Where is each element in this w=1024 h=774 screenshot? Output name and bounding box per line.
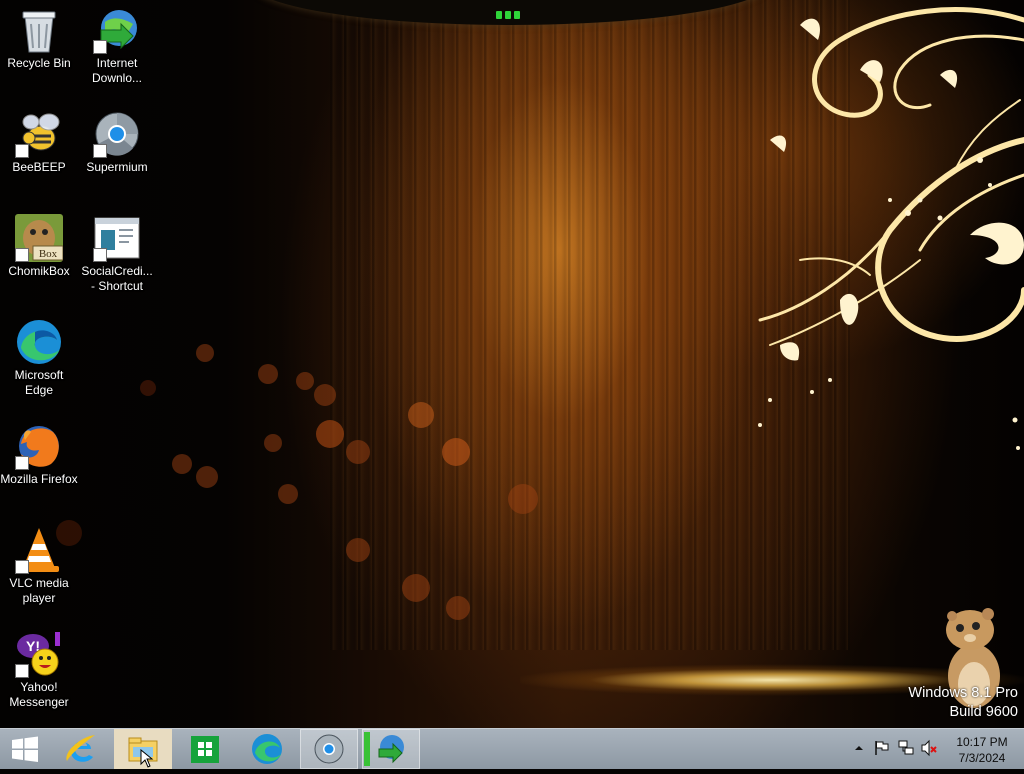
taskbar-internet-explorer[interactable] [52,729,110,769]
bokeh-light [346,538,370,562]
taskbar-microsoft-edge[interactable] [238,729,296,769]
bokeh-light [196,466,218,488]
windows-watermark: Windows 8.1 Pro Build 9600 [908,684,1018,722]
supermium-icon [93,110,141,158]
bokeh-light [278,484,298,504]
taskbar-supermium[interactable] [300,729,358,769]
shortcut-arrow-icon [93,144,107,158]
watermark-edition: Windows 8.1 Pro [908,685,1018,701]
store-icon [191,736,219,763]
taskbar: 10:17 PM 7/3/2024 [0,728,1024,769]
bokeh-light [140,380,156,396]
bokeh-light [316,420,344,448]
shortcut-arrow-icon [93,40,107,54]
desktop-icon-chomikbox[interactable]: Box ChomikBox [0,210,78,279]
edge-icon [252,734,282,764]
yahoo-messenger-icon: Y! [15,630,63,678]
socialcredit-shortcut-icon [93,214,141,262]
desktop-icon-label: Recycle Bin [7,56,71,70]
bokeh-light [264,434,282,452]
desktop-icon-label: Yahoo! Messenger [9,680,69,709]
volume-button[interactable] [920,739,938,757]
network-icon [898,740,914,755]
bokeh-light [446,596,470,620]
desktop-icon-recycle-bin[interactable]: Recycle Bin [0,2,78,71]
action-center-button[interactable] [873,739,891,757]
vlc-icon [15,526,63,574]
bokeh-light [314,384,336,406]
beebeep-icon [15,110,63,158]
desktop-icon-supermium[interactable]: Supermium [78,106,156,175]
progress-indicator [364,732,370,766]
shortcut-arrow-icon [15,248,29,262]
internet-explorer-icon [66,735,95,762]
desktop-icon-internet-download-manager[interactable]: Internet Downlo... [78,2,156,86]
clock-date: 7/3/2024 [958,751,1006,765]
taskbar-internet-download-manager[interactable] [362,729,420,769]
bokeh-light [346,440,370,464]
network-button[interactable] [897,739,915,757]
desktop-icon-label: VLC media player [9,576,69,605]
windows-logo-icon [12,736,38,762]
desktop-icon-label: Supermium [86,160,148,174]
desktop-icon-label: Internet Downlo... [91,56,143,85]
svg-text:Box: Box [39,248,58,260]
show-hidden-icons-button[interactable] [850,739,868,757]
watermark-build: Build 9600 [949,704,1018,720]
desktop-icon-label: ChomikBox [8,264,70,278]
taskbar-store[interactable] [176,729,234,769]
bokeh-light [196,344,214,362]
wallpaper-swirl-ornament [758,7,1024,450]
mouse-cursor-icon [140,749,154,768]
chomikbox-icon: Box [15,214,64,262]
wallpaper-green-indicator [496,6,528,19]
desktop-icon-beebeep[interactable]: BeeBEEP [0,106,78,175]
bokeh-light [508,484,538,514]
chevron-up-icon [855,746,863,750]
shortcut-arrow-icon [15,664,29,678]
desktop-icon-label: Mozilla Firefox [0,472,78,486]
volume-muted-icon [921,739,937,757]
taskbar-clock[interactable]: 10:17 PM 7/3/2024 [940,734,1024,766]
recycle-bin-icon [15,6,63,54]
microsoft-edge-icon [15,318,63,366]
desktop-icon-mozilla-firefox[interactable]: Mozilla Firefox [0,418,78,487]
desktop-icon-label: Microsoft Edge [14,368,64,397]
start-button[interactable] [0,729,50,769]
supermium-icon [314,734,344,764]
bokeh-light [402,574,430,602]
desktop-icon-yahoo-messenger[interactable]: Y! Yahoo! Messenger [0,626,78,710]
bokeh-light [442,438,470,466]
desktop-icon-microsoft-edge[interactable]: Microsoft Edge [0,314,78,398]
idm-icon [378,735,404,764]
flag-icon [875,741,889,755]
shortcut-arrow-icon [15,144,29,158]
bokeh-light [258,364,278,384]
bokeh-light [408,402,434,428]
firefox-icon [15,422,63,470]
shortcut-arrow-icon [15,456,29,470]
desktop-icon-socialcredit-shortcut[interactable]: SocialCredi... - Shortcut [78,210,156,294]
internet-download-manager-icon [93,6,141,54]
clock-time: 10:17 PM [956,735,1008,749]
taskbar-file-explorer[interactable] [114,729,172,769]
shortcut-arrow-icon [15,560,29,574]
desktop-icon-label: SocialCredi... - Shortcut [81,264,153,293]
desktop-icon-label: BeeBEEP [12,160,66,174]
bokeh-light [296,372,314,390]
bokeh-light [172,454,192,474]
shortcut-arrow-icon [93,248,107,262]
desktop-icon-vlc-media-player[interactable]: VLC media player [0,522,78,606]
